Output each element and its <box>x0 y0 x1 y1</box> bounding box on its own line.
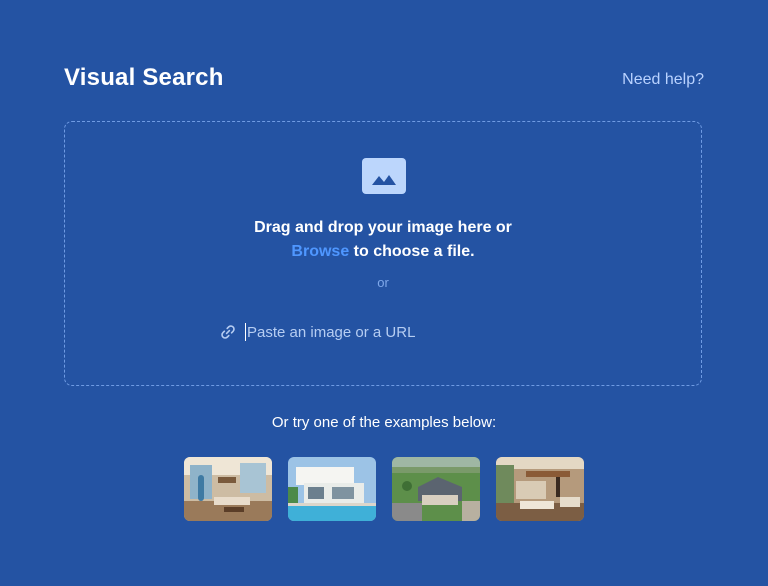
example-image-modern-house-pool[interactable] <box>288 457 376 521</box>
need-help-link[interactable]: Need help? <box>622 71 704 89</box>
drop-instruction-suffix: to choose a file. <box>349 243 475 260</box>
page-title: Visual Search <box>64 64 224 91</box>
browse-link[interactable]: Browse <box>291 243 349 260</box>
visual-search-panel: Visual Search Need help? Drag and drop y… <box>0 0 768 586</box>
image-icon <box>362 158 406 194</box>
url-input-row <box>220 322 550 344</box>
example-image-aerial-house[interactable] <box>392 457 480 521</box>
example-image-interior-living-room[interactable] <box>184 457 272 521</box>
drop-instruction-line-2: Browse to choose a file. <box>65 243 701 261</box>
link-icon <box>220 324 236 340</box>
url-input[interactable] <box>247 322 547 342</box>
example-image-interior-loft[interactable] <box>496 457 584 521</box>
text-caret <box>245 323 246 341</box>
examples-label: Or try one of the examples below: <box>271 414 497 431</box>
or-divider-label: or <box>377 275 389 290</box>
image-dropzone[interactable]: Drag and drop your image here or Browse … <box>64 121 702 386</box>
drop-instruction-line-1: Drag and drop your image here or <box>254 219 512 236</box>
